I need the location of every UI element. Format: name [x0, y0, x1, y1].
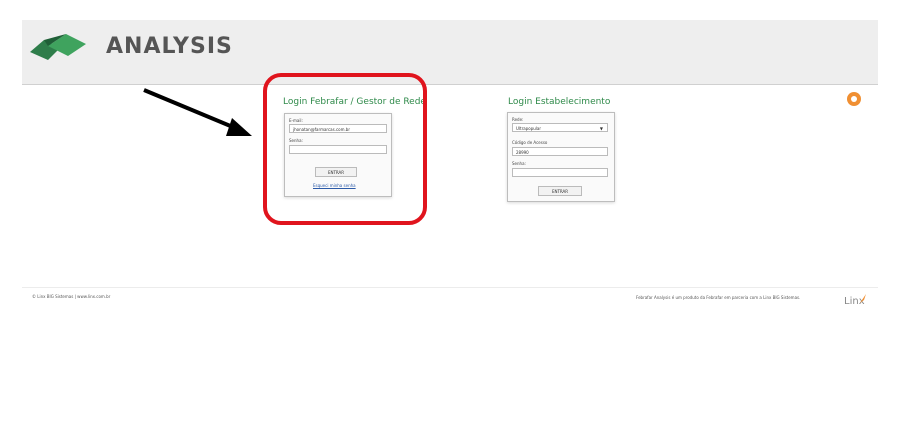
- header-divider: [22, 84, 878, 85]
- app-header: ANALYSIS: [22, 20, 878, 85]
- arrow-annotation-icon: [143, 88, 252, 136]
- red-highlight-annotation: [263, 73, 427, 225]
- chevron-down-icon: ▼: [599, 126, 603, 131]
- establishment-login-box: Rede: Ultrapopular ▼ Código de Acesso 28…: [507, 112, 615, 202]
- settings-icon[interactable]: [847, 92, 861, 106]
- network-select[interactable]: Ultrapopular ▼: [512, 123, 608, 132]
- access-code-field[interactable]: 28990: [512, 147, 608, 156]
- establishment-login-title: Login Estabelecimento: [508, 97, 611, 107]
- footer-product-info: Febrafar Analysis é um produto da Febraf…: [636, 295, 801, 300]
- establishment-password-label: Senha:: [512, 161, 526, 166]
- network-label: Rede:: [512, 117, 524, 122]
- footer-copyright: © Linx BIG Sistemas | www.linx.com.br: [32, 294, 111, 299]
- establishment-password-field[interactable]: [512, 168, 608, 177]
- network-select-value: Ultrapopular: [516, 126, 541, 131]
- logo-text: ANALYSIS: [106, 34, 233, 59]
- footer-divider: [22, 287, 878, 288]
- access-code-label: Código de Acesso: [512, 140, 548, 145]
- linx-logo-mark-icon: [860, 294, 866, 303]
- establishment-login-button[interactable]: ENTRAR: [538, 186, 582, 196]
- analysis-logo-icon: [30, 34, 86, 60]
